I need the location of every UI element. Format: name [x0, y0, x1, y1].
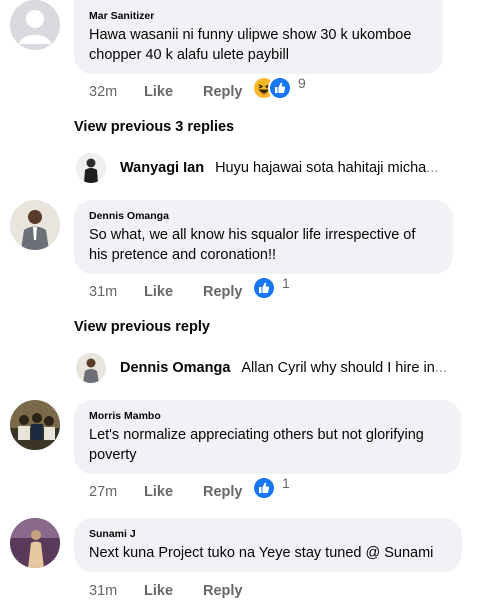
reply-button[interactable]: Reply	[203, 84, 243, 100]
reply-button[interactable]: Reply	[203, 583, 243, 599]
reaction-count: 1	[282, 275, 290, 291]
comment-bubble: Sunami J Next kuna Project tuko na Yeye …	[74, 518, 462, 572]
like-button[interactable]: Like	[144, 583, 203, 599]
like-icon	[268, 76, 292, 100]
avatar[interactable]	[76, 153, 106, 183]
comment-text-line: Let's normalize appreciating others but …	[89, 427, 424, 443]
default-avatar-icon	[10, 0, 60, 50]
reply-preview[interactable]: Dennis Omanga Allan Cyril why should I h…	[76, 351, 447, 385]
comment-text-line: poverty	[89, 447, 137, 463]
comment-actions: 31m Like Reply	[89, 281, 243, 303]
reply-button[interactable]: Reply	[203, 484, 243, 500]
comment-author[interactable]: Dennis Omanga	[89, 209, 439, 223]
comment-author[interactable]: Sunami J	[89, 527, 448, 541]
group-photo-icon	[10, 400, 60, 450]
comment-actions: 32m Like Reply	[89, 81, 243, 103]
reply-author[interactable]: Dennis Omanga	[120, 360, 230, 376]
ellipsis: ...	[434, 360, 447, 376]
like-button[interactable]: Like	[144, 84, 203, 100]
comment-time[interactable]: 32m	[89, 84, 144, 100]
avatar[interactable]	[76, 353, 106, 383]
reply-snippet-text: Allan Cyril why should I hire in	[241, 360, 435, 376]
reply-preview[interactable]: Wanyagi Ian Huyu hajawai sota hahitaji m…	[76, 151, 438, 185]
comment-author[interactable]: Morris Mambo	[89, 409, 447, 423]
avatar[interactable]	[10, 200, 60, 250]
reply-snippet: Huyu hajawai sota hahitaji micha...	[215, 160, 438, 176]
comment-text: Let's normalize appreciating others but …	[89, 425, 447, 465]
reaction-summary[interactable]: 1	[252, 475, 290, 500]
like-button[interactable]: Like	[144, 284, 203, 300]
comment-text: Next kuna Project tuko na Yeye stay tune…	[89, 543, 448, 563]
person-photo-icon	[76, 153, 106, 183]
like-button[interactable]: Like	[144, 484, 203, 500]
comment-text-line: Hawa wasanii ni funny ulipwe show 30 k u…	[89, 27, 412, 43]
comment-time[interactable]: 31m	[89, 284, 144, 300]
avatar[interactable]	[10, 400, 60, 450]
comment-time[interactable]: 31m	[89, 583, 144, 599]
comment-author[interactable]: Mar Sanitizer	[89, 9, 429, 23]
comment-text: So what, we all know his squalor life ir…	[89, 225, 439, 265]
reaction-summary[interactable]: 9	[252, 75, 306, 100]
comment-time[interactable]: 27m	[89, 484, 144, 500]
comment-actions: 27m Like Reply	[89, 481, 243, 503]
reaction-summary[interactable]: 1	[252, 275, 290, 300]
comment-bubble: Dennis Omanga So what, we all know his s…	[74, 200, 453, 274]
person-photo-icon	[10, 518, 60, 568]
reply-button[interactable]: Reply	[203, 284, 243, 300]
reply-snippet: Allan Cyril why should I hire in...	[241, 360, 447, 376]
comment-text-line: chopper 40 k alafu ulete paybill	[89, 47, 289, 63]
comment-bubble: Mar Sanitizer Hawa wasanii ni funny ulip…	[74, 0, 443, 74]
comment-text-line: his pretence and coronation!!	[89, 247, 277, 263]
reply-author[interactable]: Wanyagi Ian	[120, 160, 204, 176]
view-previous-replies-link[interactable]: View previous 3 replies	[74, 119, 234, 135]
comment-actions: 31m Like Reply	[89, 580, 243, 602]
reply-snippet-text: Huyu hajawai sota hahitaji micha	[215, 160, 427, 176]
avatar[interactable]	[10, 518, 60, 568]
comment-text-line: So what, we all know his squalor life ir…	[89, 227, 416, 243]
ellipsis: ...	[426, 160, 439, 176]
comment-bubble: Morris Mambo Let's normalize appreciatin…	[74, 400, 461, 474]
like-icon	[252, 476, 276, 500]
reaction-count: 9	[298, 75, 306, 91]
person-photo-icon	[10, 200, 60, 250]
like-icon	[252, 276, 276, 300]
view-previous-reply-link[interactable]: View previous reply	[74, 319, 210, 335]
comment-text: Hawa wasanii ni funny ulipwe show 30 k u…	[89, 25, 429, 65]
comment-text-line: Next kuna Project tuko na Yeye stay tune…	[89, 545, 434, 561]
reaction-count: 1	[282, 475, 290, 491]
person-photo-icon	[76, 353, 106, 383]
avatar-default[interactable]	[10, 0, 60, 50]
